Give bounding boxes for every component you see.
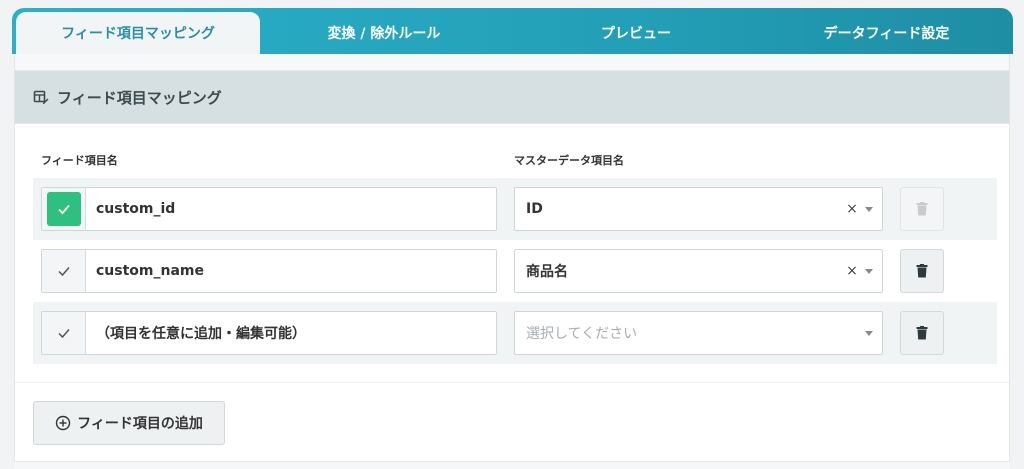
col-master-item-header: マスターデータ項目名: [514, 154, 624, 167]
panel-bottom-edge: [14, 461, 1010, 469]
master-item-select[interactable]: ID ×: [514, 187, 883, 231]
plus-circle-icon: [55, 415, 71, 431]
master-item-select[interactable]: 選択してください: [514, 311, 883, 355]
feed-item-field[interactable]: custom_name: [41, 249, 497, 293]
chevron-down-icon[interactable]: [865, 268, 873, 274]
mapping-panel: フィード項目マッピング フィード項目名 マスターデータ項目名 custom_id…: [14, 54, 1010, 469]
col-feed-item-header: フィード項目名: [41, 154, 118, 167]
panel-top-strip: [15, 54, 1009, 70]
chevron-down-icon[interactable]: [865, 206, 873, 212]
divider: [15, 382, 1009, 383]
select-value: ID: [526, 201, 543, 217]
row-checkbox[interactable]: [42, 250, 86, 292]
tab-feed-mapping[interactable]: フィード項目マッピング: [16, 12, 260, 54]
clear-icon[interactable]: ×: [845, 201, 859, 217]
row-checkbox[interactable]: [42, 312, 86, 354]
trash-icon: [916, 326, 928, 340]
trash-icon: [916, 202, 928, 216]
feed-item-name[interactable]: custom_name: [86, 263, 204, 279]
row-checkbox[interactable]: [42, 188, 86, 230]
tab-preview[interactable]: プレビュー: [508, 12, 764, 54]
add-feed-item-label: フィード項目の追加: [77, 416, 203, 432]
feed-item-name[interactable]: custom_id: [86, 201, 175, 217]
section-title: フィード項目マッピング: [57, 88, 222, 107]
check-icon: [57, 267, 70, 277]
mapping-row: （項目を任意に追加・編集可能） 選択してください: [33, 302, 997, 364]
add-feed-item-button[interactable]: フィード項目の追加: [33, 401, 225, 445]
feed-item-field[interactable]: custom_id: [41, 187, 497, 231]
table-edit-icon: [33, 89, 49, 105]
checkbox-unchecked[interactable]: [47, 316, 81, 350]
clear-icon[interactable]: ×: [845, 263, 859, 279]
select-placeholder: 選択してください: [526, 326, 638, 342]
master-item-select[interactable]: 商品名 ×: [514, 249, 883, 293]
tab-transform-rules[interactable]: 変換 / 除外ルール: [260, 12, 508, 54]
feed-item-name[interactable]: （項目を任意に追加・編集可能）: [86, 323, 306, 343]
select-value: 商品名: [526, 264, 568, 280]
delete-button[interactable]: [900, 187, 944, 231]
check-icon: [57, 329, 70, 339]
tab-bar: フィード項目マッピング 変換 / 除外ルール プレビュー データフィード設定: [12, 8, 1013, 54]
checkbox-checked[interactable]: [46, 192, 81, 226]
delete-button[interactable]: [900, 249, 944, 293]
mapping-row: custom_id ID ×: [33, 178, 997, 240]
chevron-down-icon[interactable]: [865, 330, 873, 336]
mapping-row: custom_name 商品名 ×: [33, 240, 997, 302]
check-icon: [57, 204, 70, 215]
section-header: フィード項目マッピング: [15, 70, 1009, 124]
column-headers: フィード項目名 マスターデータ項目名: [15, 152, 1009, 168]
feed-item-field[interactable]: （項目を任意に追加・編集可能）: [41, 311, 497, 355]
tab-datafeed-settings[interactable]: データフィード設定: [764, 12, 1009, 54]
delete-button[interactable]: [900, 311, 944, 355]
checkbox-unchecked[interactable]: [47, 254, 81, 288]
trash-icon: [916, 264, 928, 278]
